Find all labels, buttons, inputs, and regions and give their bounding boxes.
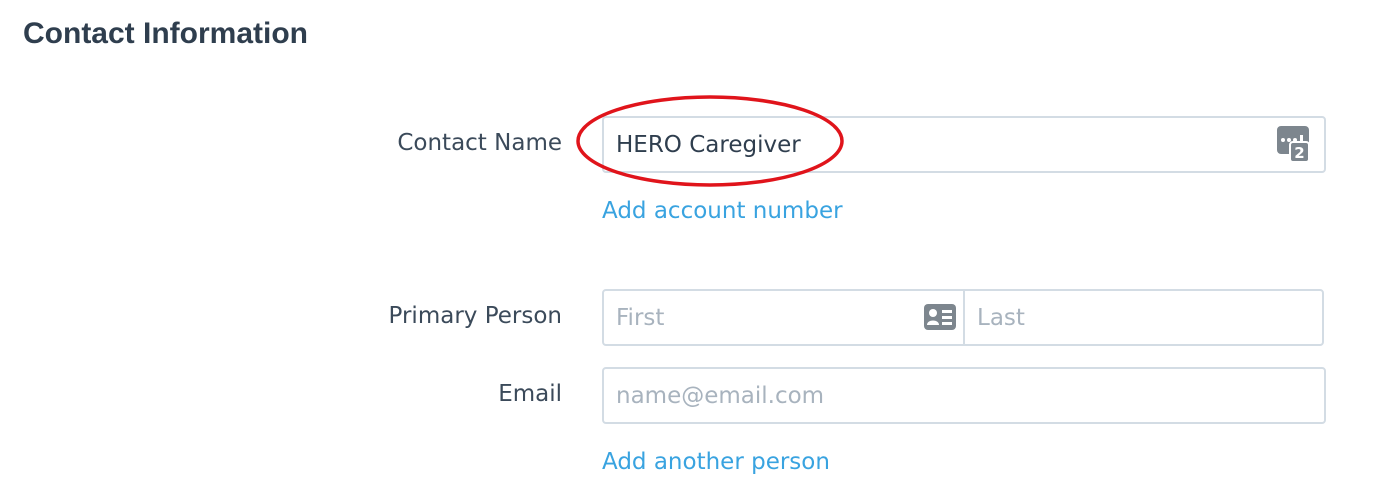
last-name-input[interactable] <box>965 291 1322 344</box>
primary-person-label: Primary Person <box>388 303 562 329</box>
contact-card-icon[interactable] <box>924 304 956 330</box>
account-number-icon[interactable]: 2 <box>1277 126 1309 162</box>
add-another-person-link[interactable]: Add another person <box>602 447 830 477</box>
primary-person-name-group <box>602 289 1324 346</box>
email-input[interactable] <box>602 367 1326 424</box>
contact-name-label: Contact Name <box>397 130 562 156</box>
first-name-input[interactable] <box>604 291 914 344</box>
section-title: Contact Information <box>23 17 308 50</box>
email-label: Email <box>498 381 562 407</box>
add-account-number-link[interactable]: Add account number <box>602 196 843 226</box>
contact-name-input[interactable] <box>602 116 1326 173</box>
svg-text:2: 2 <box>1294 144 1304 162</box>
